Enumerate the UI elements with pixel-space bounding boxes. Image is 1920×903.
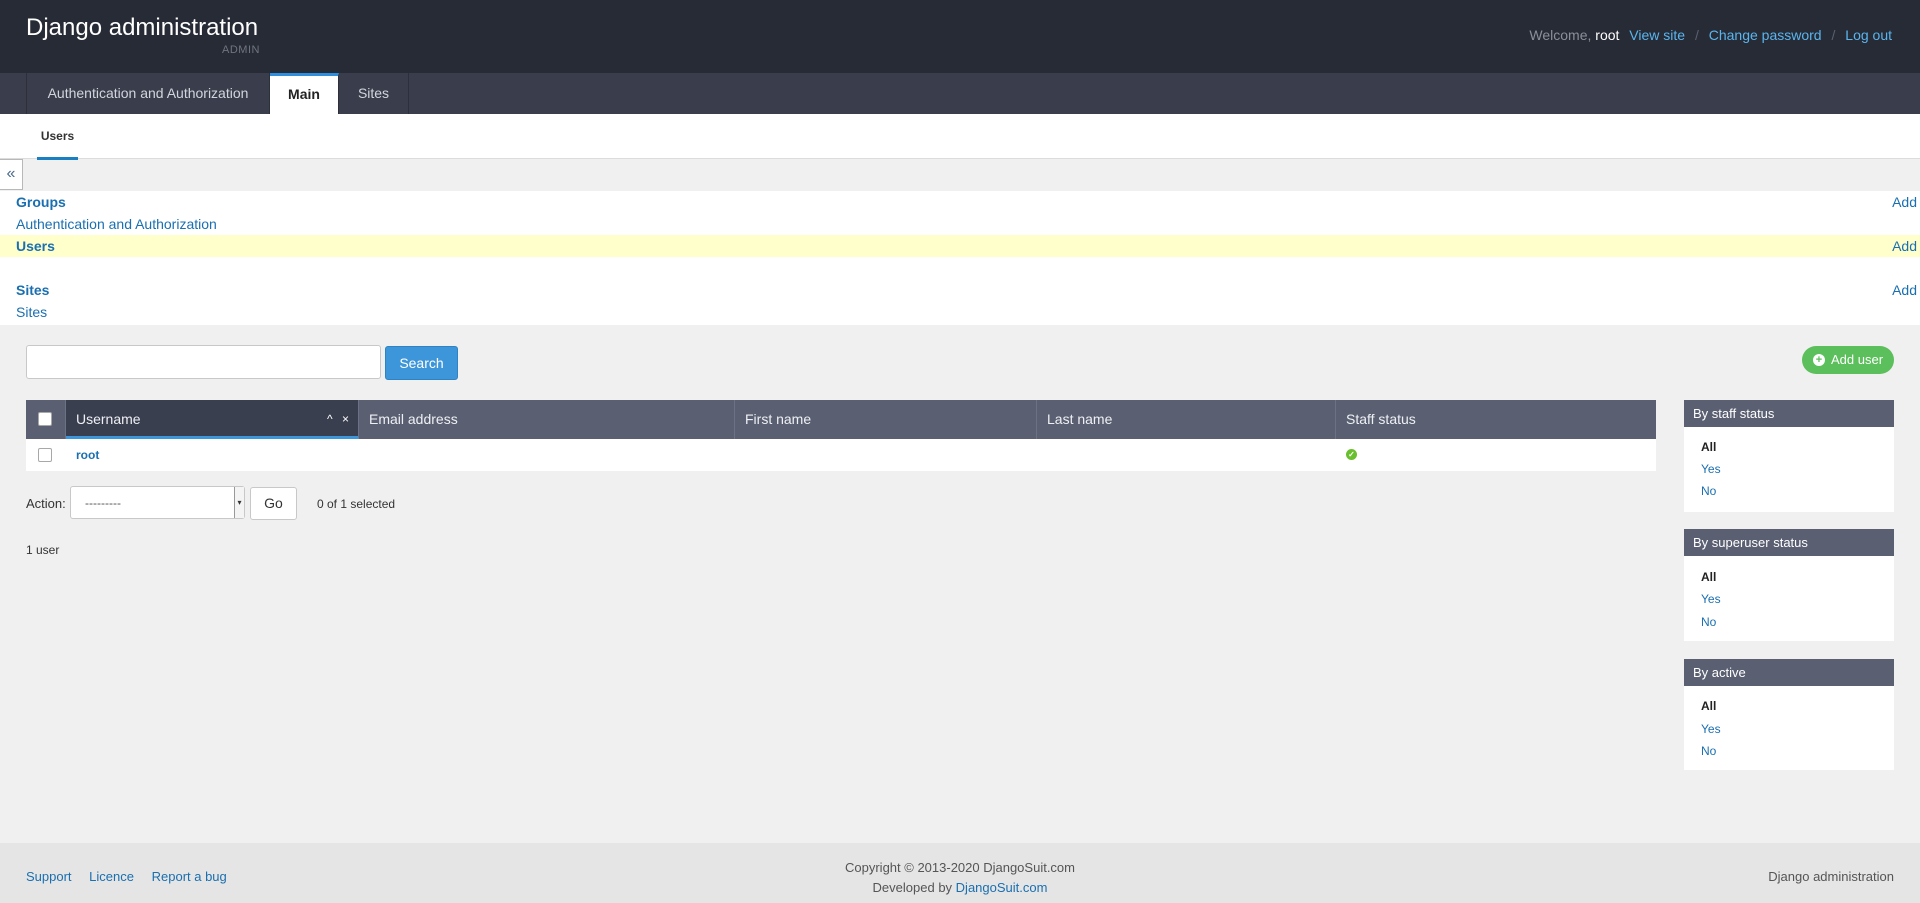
collapse-sidebar-button[interactable]: «	[0, 159, 23, 190]
selection-counter: 0 of 1 selected	[317, 497, 396, 511]
footer: Support Licence Report a bug Copyright ©…	[0, 843, 1920, 903]
add-groups-link[interactable]: Add	[1892, 194, 1917, 210]
tab-sites[interactable]: Sites	[339, 73, 409, 114]
search-button[interactable]: Search	[385, 346, 458, 380]
model-link-sites[interactable]: Sites	[16, 282, 49, 298]
filter-option-yes[interactable]: Yes	[1701, 722, 1721, 736]
row-checkbox[interactable]	[38, 448, 52, 462]
copyright-text: Copyright © 2013-2020 DjangoSuit.com	[845, 860, 1075, 875]
search-input[interactable]	[26, 345, 381, 379]
go-button[interactable]: Go	[250, 487, 297, 520]
filter-title: By staff status	[1684, 400, 1894, 427]
chevron-down-icon: ▾	[234, 487, 244, 518]
site-subtitle: ADMIN	[222, 44, 260, 56]
column-label: Username	[76, 411, 141, 427]
app-row-groups: Groups Add	[0, 191, 1920, 213]
column-header-username[interactable]: Username ^ ×	[66, 400, 359, 439]
action-select[interactable]: --------- ▾	[70, 486, 245, 519]
separator: /	[1694, 27, 1699, 43]
subtab-users[interactable]: Users	[37, 114, 78, 160]
filter-option-no[interactable]: No	[1701, 615, 1716, 629]
filter-option-all[interactable]: All	[1701, 570, 1716, 584]
tab-main[interactable]: Main	[270, 73, 339, 114]
filter-active: By active All Yes No	[1684, 659, 1894, 770]
top-tabs: Authentication and Authorization Main Si…	[0, 73, 1920, 114]
app-row-auth: Authentication and Authorization	[0, 213, 1920, 235]
action-label: Action:	[26, 496, 66, 511]
filter-title: By active	[1684, 659, 1894, 686]
column-header-email[interactable]: Email address	[359, 400, 735, 439]
separator: /	[1831, 27, 1836, 43]
user-tools: Welcome, root View site / Change passwor…	[1529, 27, 1892, 43]
filter-superuser-status: By superuser status All Yes No	[1684, 529, 1894, 641]
filter-option-yes[interactable]: Yes	[1701, 592, 1721, 606]
add-user-label: Add user	[1831, 352, 1884, 367]
column-header-last-name[interactable]: Last name	[1037, 400, 1336, 439]
view-site-link[interactable]: View site	[1629, 27, 1685, 43]
select-all-checkbox[interactable]	[38, 412, 52, 426]
table-row: root ✓	[26, 439, 1656, 471]
copyright: Copyright © 2013-2020 DjangoSuit.com Dev…	[0, 858, 1920, 898]
plus-icon: +	[1813, 354, 1825, 366]
tab-authentication-and-authorization[interactable]: Authentication and Authorization	[26, 73, 270, 114]
filter-staff-status: By staff status All Yes No	[1684, 400, 1894, 512]
sub-tabs: Users	[0, 114, 1920, 160]
action-select-value: ---------	[85, 496, 121, 510]
app-link-authentication[interactable]: Authentication and Authorization	[16, 216, 217, 232]
username-link[interactable]: root	[76, 448, 99, 462]
app-list: Groups Add Authentication and Authorizat…	[0, 191, 1920, 325]
current-username: root	[1595, 27, 1620, 43]
filter-option-no[interactable]: No	[1701, 484, 1716, 498]
log-out-link[interactable]: Log out	[1845, 27, 1892, 43]
filter-option-all[interactable]: All	[1701, 440, 1716, 454]
footer-brand: Django administration	[1768, 869, 1894, 884]
add-users-link[interactable]: Add	[1892, 238, 1917, 254]
table-header: Username ^ × Email address First name La…	[26, 400, 1656, 439]
filter-title: By superuser status	[1684, 529, 1894, 556]
developer-link[interactable]: DjangoSuit.com	[956, 880, 1048, 895]
app-row-sites: Sites Add	[0, 279, 1920, 301]
app-row-sites-app: Sites	[0, 301, 1920, 323]
developed-by-label: Developed by	[872, 880, 953, 895]
check-icon: ✓	[1346, 449, 1357, 460]
header: Django administration ADMIN Welcome, roo…	[0, 0, 1920, 73]
sort-toggle-icon[interactable]: ^ ×	[327, 400, 352, 439]
add-sites-link[interactable]: Add	[1892, 282, 1917, 298]
filter-option-no[interactable]: No	[1701, 744, 1716, 758]
app-link-sites[interactable]: Sites	[16, 304, 47, 320]
app-row-users-app	[0, 257, 1920, 279]
result-count: 1 user	[26, 543, 60, 557]
column-header-staff-status[interactable]: Staff status	[1336, 400, 1656, 439]
column-header-first-name[interactable]: First name	[735, 400, 1037, 439]
filter-option-all[interactable]: All	[1701, 699, 1716, 713]
model-link-groups[interactable]: Groups	[16, 194, 66, 210]
filter-option-yes[interactable]: Yes	[1701, 462, 1721, 476]
model-link-users[interactable]: Users	[16, 238, 55, 254]
add-user-button[interactable]: + Add user	[1802, 346, 1894, 374]
developed-by: Developed by DjangoSuit.com	[0, 878, 1920, 898]
site-title[interactable]: Django administration	[26, 14, 258, 42]
app-row-users: Users Add	[0, 235, 1920, 257]
select-all-cell	[26, 400, 66, 439]
change-password-link[interactable]: Change password	[1709, 27, 1822, 43]
results-table: Username ^ × Email address First name La…	[26, 400, 1656, 471]
welcome-text: Welcome,	[1529, 27, 1592, 43]
